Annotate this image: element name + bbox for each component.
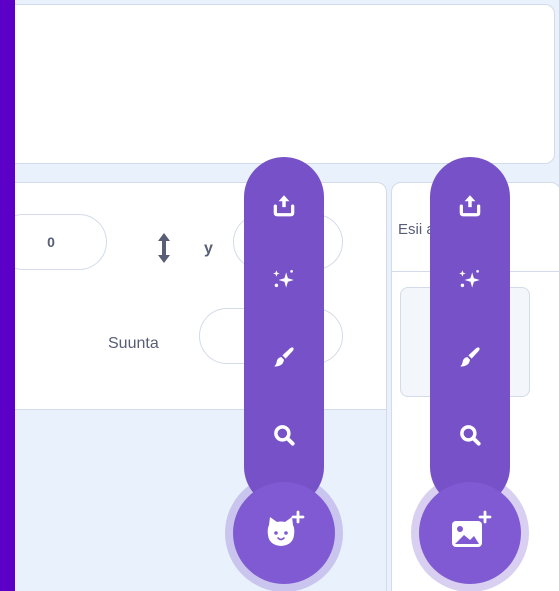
- x-position-field[interactable]: 0: [15, 214, 107, 270]
- image-add-icon: [452, 510, 492, 547]
- editor-canvas: 0 y Suunta Esii ava: [15, 0, 559, 591]
- backdrop-upload-button[interactable]: [430, 177, 510, 233]
- surprise-icon: [273, 270, 294, 288]
- backdrop-paint-button[interactable]: [430, 329, 510, 385]
- sprite-upload-button[interactable]: [244, 177, 324, 233]
- paint-icon: [274, 347, 294, 367]
- updown-arrow-icon: [158, 233, 170, 263]
- backdrop-surprise-button[interactable]: [430, 252, 510, 308]
- paint-icon: [460, 347, 480, 367]
- search-icon: [460, 425, 481, 446]
- upload-icon: [273, 195, 295, 217]
- backdrop-add-button[interactable]: [419, 482, 521, 584]
- upload-icon: [459, 195, 481, 217]
- search-icon: [274, 425, 295, 446]
- sprite-surprise-button[interactable]: [244, 252, 324, 308]
- y-label: y: [204, 240, 213, 257]
- sprite-search-button[interactable]: [244, 407, 324, 463]
- sprite-add-menu: [244, 157, 324, 507]
- cat-add-icon: [267, 510, 305, 546]
- x-value: 0: [47, 234, 55, 250]
- sprite-add-button[interactable]: [233, 482, 335, 584]
- backdrop-add-menu: [430, 157, 510, 507]
- surprise-icon: [459, 270, 480, 288]
- backdrop-search-button[interactable]: [430, 407, 510, 463]
- stage-area[interactable]: [15, 4, 555, 164]
- sprite-paint-button[interactable]: [244, 329, 324, 385]
- direction-label: Suunta: [108, 335, 159, 352]
